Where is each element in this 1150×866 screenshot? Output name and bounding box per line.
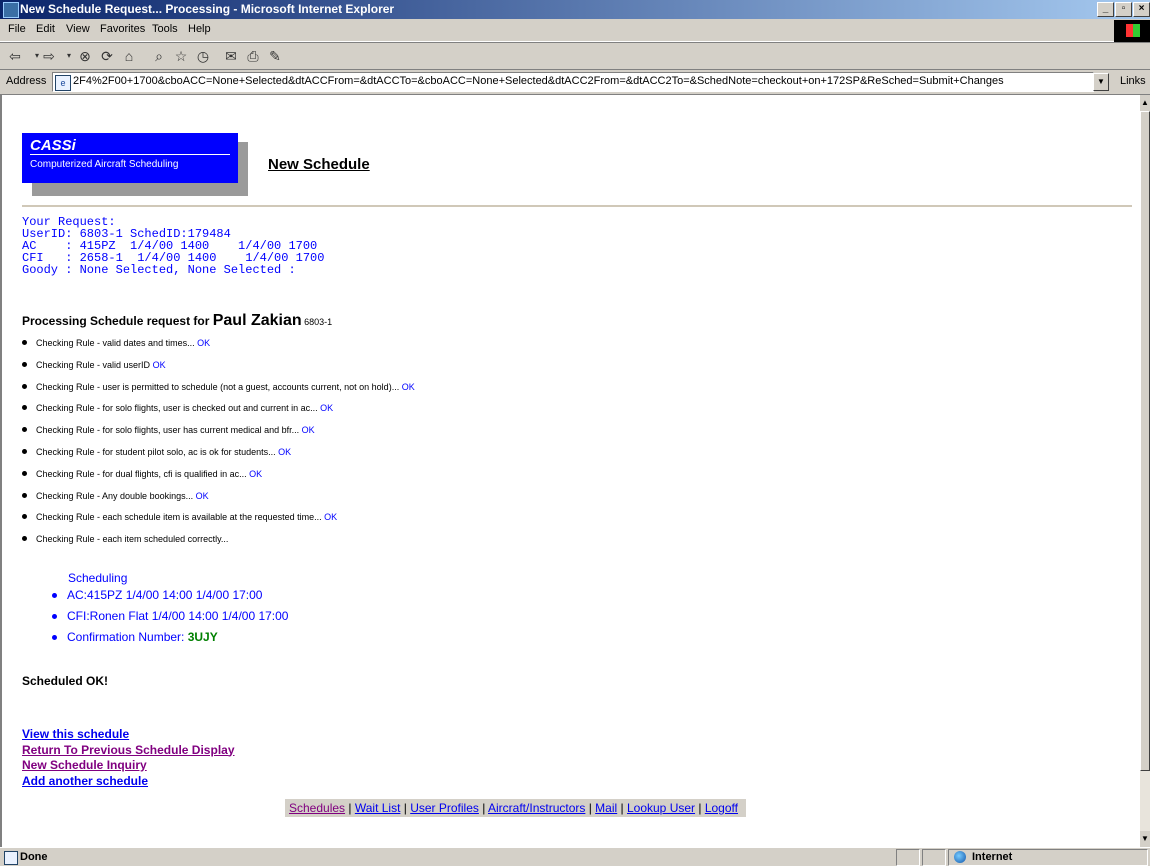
address-label: Address — [6, 75, 47, 87]
maximize-button[interactable]: ▫ — [1115, 2, 1132, 17]
scheduling-heading: Scheduling — [68, 571, 128, 585]
logo-title: CASSi — [30, 138, 230, 155]
rule-item: Checking Rule - for solo flights, user i… — [22, 402, 415, 424]
menu-favorites[interactable]: Favorites — [100, 23, 145, 35]
rule-item: Checking Rule - user is permitted to sch… — [22, 381, 415, 403]
rule-result: OK — [301, 425, 315, 436]
internet-zone-icon — [954, 851, 966, 863]
nav-bar: Schedules | Wait List | User Profiles | … — [285, 799, 746, 817]
menu-bar: File Edit View Favorites Tools Help — [0, 19, 1150, 42]
history-icon[interactable]: ◷ — [194, 47, 212, 65]
page-title: New Schedule — [268, 156, 370, 173]
menu-tools[interactable]: Tools — [152, 23, 178, 35]
close-button[interactable]: × — [1133, 2, 1150, 17]
mail-icon[interactable]: ✉ — [222, 47, 240, 65]
nav-lookup-user[interactable]: Lookup User — [627, 801, 695, 815]
status-text: Done — [20, 851, 48, 863]
edit-icon[interactable]: ✎ — [266, 47, 284, 65]
processing-heading: Processing Schedule request for Paul Zak… — [22, 312, 333, 329]
view-schedule-link[interactable]: View this schedule — [22, 727, 235, 743]
schedule-item: AC:415PZ 1/4/00 14:00 1/4/00 17:00 — [52, 588, 288, 609]
menu-file[interactable]: File — [8, 23, 26, 35]
window-title: New Schedule Request... Processing - Mic… — [20, 2, 395, 16]
nav-wait-list[interactable]: Wait List — [355, 801, 401, 815]
divider — [22, 205, 1132, 207]
rule-item: Checking Rule - valid userID OK — [22, 359, 415, 381]
rule-result: OK — [320, 403, 334, 414]
back-icon[interactable]: ⇦ — [6, 47, 24, 65]
windows-logo-icon — [1114, 20, 1150, 42]
title-bar: New Schedule Request... Processing - Mic… — [0, 0, 1150, 19]
rule-result: OK — [401, 381, 415, 392]
security-zone: Internet — [972, 851, 1013, 863]
rule-item: Checking Rule - each item scheduled corr… — [22, 533, 415, 555]
refresh-icon[interactable]: ⟳ — [98, 47, 116, 65]
rule-item: Checking Rule - Any double bookings... O… — [22, 490, 415, 512]
nav-aircraft-instructors[interactable]: Aircraft/Instructors — [488, 801, 585, 815]
address-url[interactable]: 2F4%2F00+1700&cboACC=None+Selected&dtACC… — [73, 75, 1004, 87]
return-previous-link[interactable]: Return To Previous Schedule Display — [22, 743, 235, 759]
vertical-scrollbar[interactable]: ▲ ▼ — [1140, 95, 1150, 847]
new-inquiry-link[interactable]: New Schedule Inquiry — [22, 758, 235, 774]
address-dropdown-icon[interactable]: ▼ — [1093, 73, 1109, 91]
print-icon[interactable]: ⎙ — [244, 47, 262, 65]
search-icon[interactable]: ⌕ — [150, 47, 168, 65]
rule-check-list: Checking Rule - valid dates and times...… — [22, 337, 415, 555]
page-icon: e — [55, 75, 71, 91]
rule-result: OK — [278, 446, 292, 457]
ie-page-icon — [3, 2, 19, 18]
rule-result: OK — [197, 338, 211, 348]
nav-schedules[interactable]: Schedules — [289, 801, 345, 815]
menu-edit[interactable]: Edit — [36, 23, 55, 35]
nav-user-profiles[interactable]: User Profiles — [410, 801, 479, 815]
user-id: 6803-1 — [301, 317, 333, 327]
status-cell — [896, 849, 920, 866]
schedule-item: CFI:Ronen Flat 1/4/00 14:00 1/4/00 17:00 — [52, 609, 288, 630]
scroll-down-icon[interactable]: ▼ — [1140, 831, 1150, 847]
links-button[interactable]: Links — [1120, 75, 1146, 87]
logo-subtitle: Computerized Aircraft Scheduling — [30, 159, 179, 170]
toolbar: ⇦ ▾ ⇨ ▾ ⊗ ⟳ ⌂ ⌕ ☆ ◷ ✉ ⎙ ✎ — [0, 42, 1150, 70]
scheduled-ok-message: Scheduled OK! — [22, 674, 109, 688]
rule-item: Checking Rule - for dual flights, cfi is… — [22, 468, 415, 490]
address-bar: Address e 2F4%2F00+1700&cboACC=None+Sele… — [0, 70, 1150, 95]
minimize-button[interactable]: _ — [1097, 2, 1114, 17]
status-cell — [922, 849, 946, 866]
scheduling-list: AC:415PZ 1/4/00 14:00 1/4/00 17:00 CFI:R… — [52, 588, 288, 651]
page-done-icon — [4, 851, 18, 865]
nav-mail[interactable]: Mail — [595, 801, 617, 815]
forward-icon[interactable]: ⇨ — [40, 47, 58, 65]
favorites-icon[interactable]: ☆ — [172, 47, 190, 65]
rule-result: OK — [324, 512, 338, 523]
rule-result: OK — [152, 359, 166, 370]
stop-icon[interactable]: ⊗ — [76, 47, 94, 65]
nav-logoff[interactable]: Logoff — [705, 801, 738, 815]
status-bar: Done Internet — [0, 847, 1150, 866]
add-schedule-link[interactable]: Add another schedule — [22, 774, 235, 790]
action-links: View this schedule Return To Previous Sc… — [22, 727, 235, 789]
address-input[interactable]: e 2F4%2F00+1700&cboACC=None+Selected&dtA… — [52, 72, 1094, 92]
rule-result: OK — [195, 490, 209, 501]
request-summary: Your Request: UserID: 6803-1 SchedID:179… — [22, 216, 324, 276]
rule-item: Checking Rule - for student pilot solo, … — [22, 446, 415, 468]
request-goody-line: Goody : None Selected, None Selected : — [22, 263, 296, 277]
scroll-up-icon[interactable]: ▲ — [1140, 95, 1150, 111]
cassi-logo: CASSi Computerized Aircraft Scheduling — [22, 133, 238, 183]
rule-result: OK — [249, 468, 263, 479]
confirmation-number: 3UJY — [187, 630, 218, 644]
rule-item: Checking Rule - valid dates and times...… — [22, 337, 415, 359]
home-icon[interactable]: ⌂ — [120, 47, 138, 65]
user-name: Paul Zakian — [212, 312, 302, 329]
menu-view[interactable]: View — [66, 23, 90, 35]
menu-help[interactable]: Help — [188, 23, 211, 35]
rule-item: Checking Rule - each schedule item is av… — [22, 511, 415, 533]
rule-item: Checking Rule - for solo flights, user h… — [22, 424, 415, 446]
page-content: CASSi Computerized Aircraft Scheduling N… — [0, 95, 1142, 847]
scroll-thumb[interactable] — [1140, 111, 1150, 771]
confirmation-item: Confirmation Number: 3UJY — [52, 630, 288, 651]
